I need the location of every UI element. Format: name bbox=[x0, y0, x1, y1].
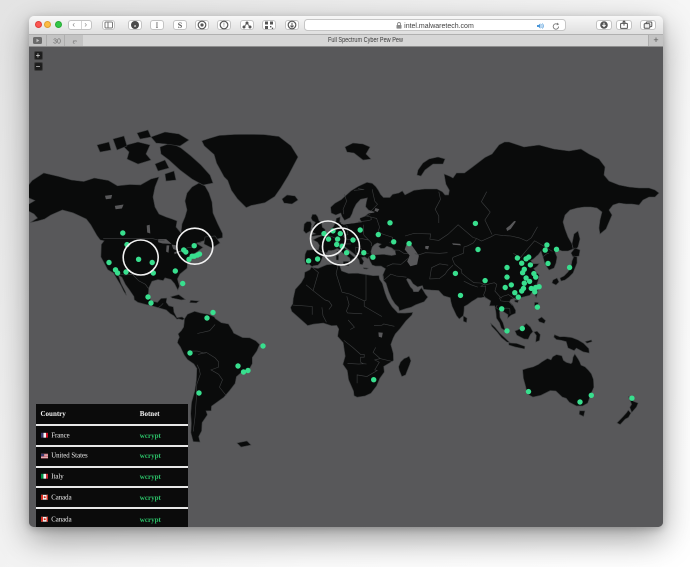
svg-text:I: I bbox=[156, 21, 159, 30]
svg-text:S: S bbox=[178, 21, 183, 30]
svg-text:e·: e· bbox=[73, 37, 78, 45]
svg-text:30: 30 bbox=[53, 38, 61, 45]
